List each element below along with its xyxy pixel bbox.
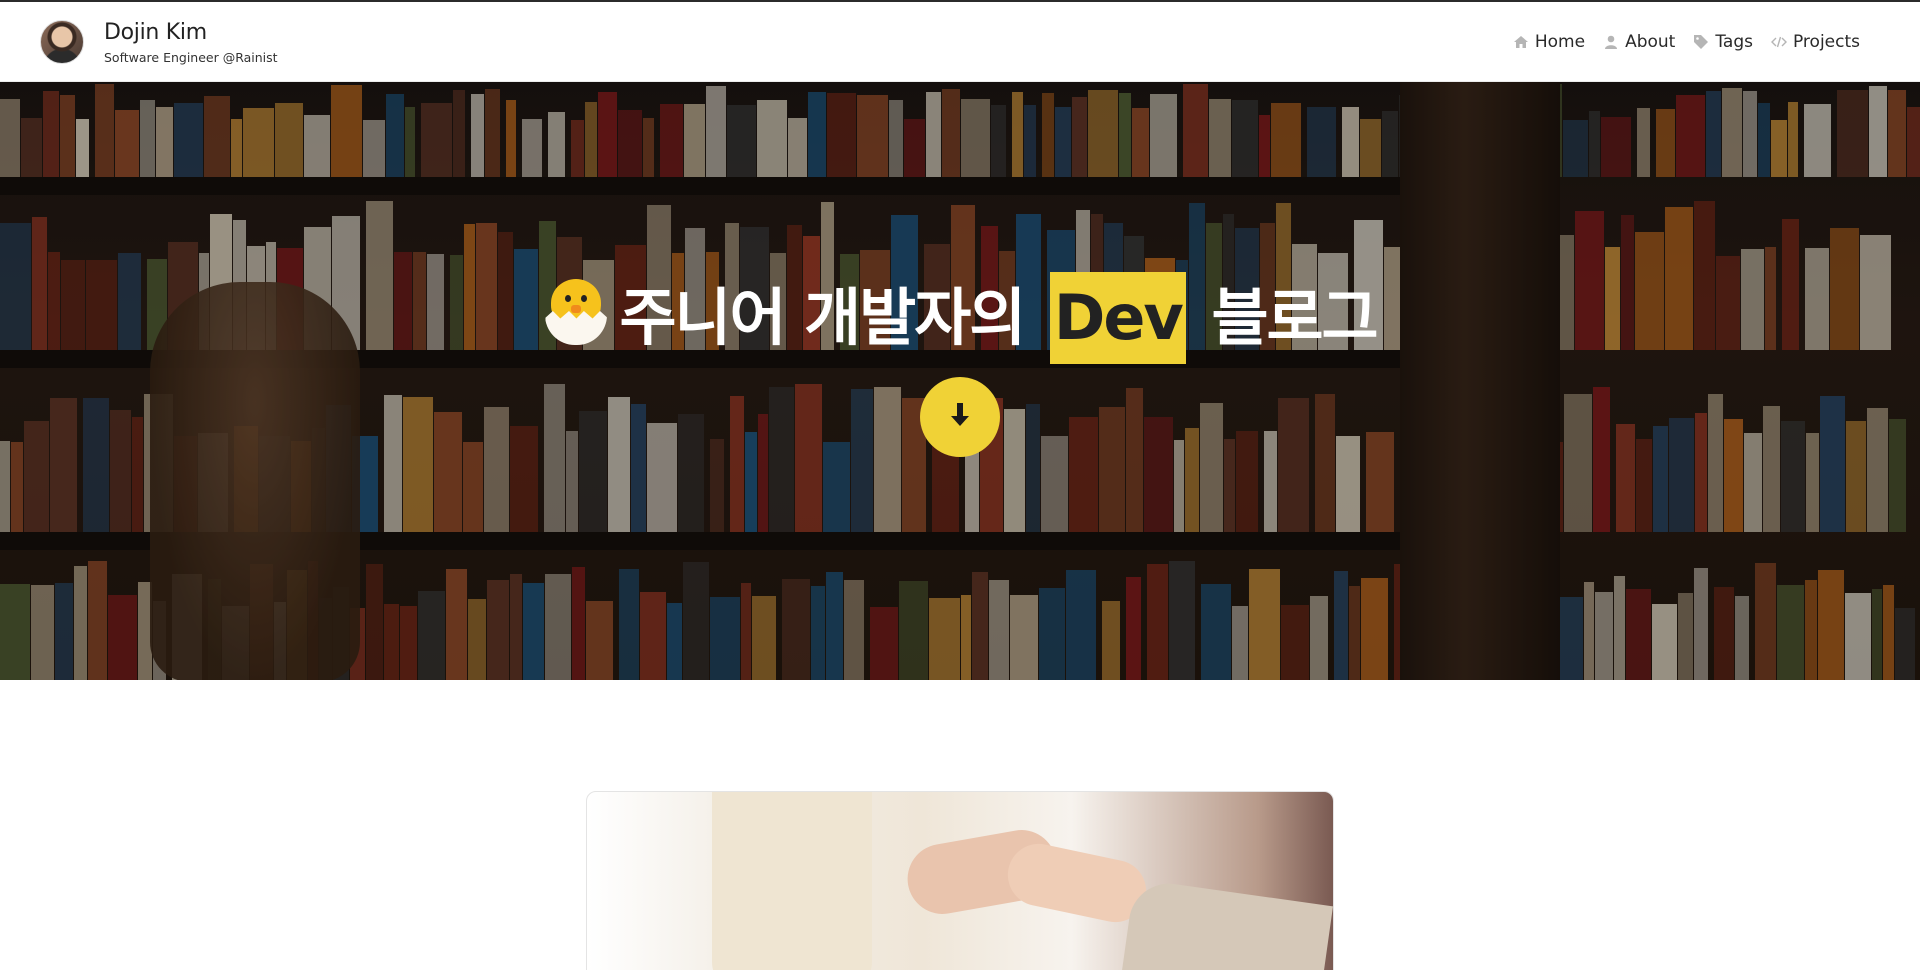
- hero-banner: 주니어 개발자의 Dev 블로그: [0, 82, 1920, 680]
- nav-home-label: Home: [1534, 32, 1586, 52]
- code-icon: [1770, 34, 1787, 50]
- hero-title-before: 주니어 개발자의: [619, 281, 1026, 354]
- nav-projects-label: Projects: [1792, 32, 1860, 52]
- home-icon: [1513, 34, 1529, 50]
- hero-title: 주니어 개발자의 Dev 블로그: [0, 267, 1920, 364]
- main-nav: Home About Tags Projects: [1513, 32, 1860, 52]
- nav-about-label: About: [1625, 32, 1676, 52]
- nav-tags[interactable]: Tags: [1693, 32, 1753, 52]
- nav-projects[interactable]: Projects: [1770, 32, 1860, 52]
- tag-icon: [1693, 34, 1709, 50]
- user-icon: [1603, 34, 1619, 50]
- nav-home[interactable]: Home: [1513, 32, 1585, 52]
- arrow-down-icon: [944, 399, 976, 435]
- hatching-chick-icon: [543, 275, 609, 345]
- scroll-down-button[interactable]: [920, 377, 1000, 457]
- avatar[interactable]: [40, 20, 84, 64]
- nav-tags-label: Tags: [1715, 32, 1753, 52]
- site-author-subtitle: Software Engineer @Rainist: [104, 50, 278, 65]
- site-author-name[interactable]: Dojin Kim: [104, 20, 207, 45]
- hero-title-highlight: Dev: [1049, 272, 1186, 364]
- hero-title-after: 블로그: [1211, 281, 1378, 354]
- post-card-image[interactable]: [586, 791, 1334, 970]
- site-header: Dojin Kim Software Engineer @Rainist Hom…: [0, 2, 1920, 82]
- nav-about[interactable]: About: [1603, 32, 1675, 52]
